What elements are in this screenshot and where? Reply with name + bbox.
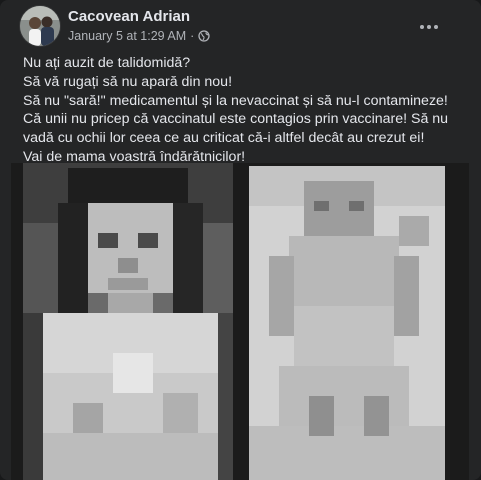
author-name[interactable]: Cacovean Adrian [68, 8, 190, 25]
author-avatar[interactable] [20, 6, 60, 46]
pixelated-photo-left [23, 163, 233, 480]
post-text: Nu ați auzit de talidomidă? Să vă rugați… [23, 54, 463, 167]
avatar-photo [20, 6, 60, 46]
post-text-line: Nu ați auzit de talidomidă? [23, 55, 191, 71]
post-meta: January 5 at 1:29 AM · [68, 29, 210, 43]
post-text-line: Să nu "sară!" medicamentul și la nevacci… [23, 92, 448, 109]
facebook-post: Cacovean Adrian January 5 at 1:29 AM · N… [0, 0, 481, 480]
more-options-icon[interactable] [419, 18, 439, 29]
post-text-line: vadă cu ochii lor ceea ce au criticat că… [23, 130, 425, 147]
globe-icon[interactable] [198, 30, 210, 42]
post-text-line: Că unii nu pricep că vaccinatul este con… [23, 111, 449, 128]
pixelated-photo-right [249, 166, 445, 480]
post-text-line: Să vă rugați să nu apară din nou! [23, 73, 233, 90]
post-photo[interactable] [11, 163, 469, 480]
meta-separator: · [190, 29, 195, 43]
post-timestamp[interactable]: January 5 at 1:29 AM [68, 29, 186, 43]
post-header: Cacovean Adrian January 5 at 1:29 AM · [20, 6, 467, 46]
